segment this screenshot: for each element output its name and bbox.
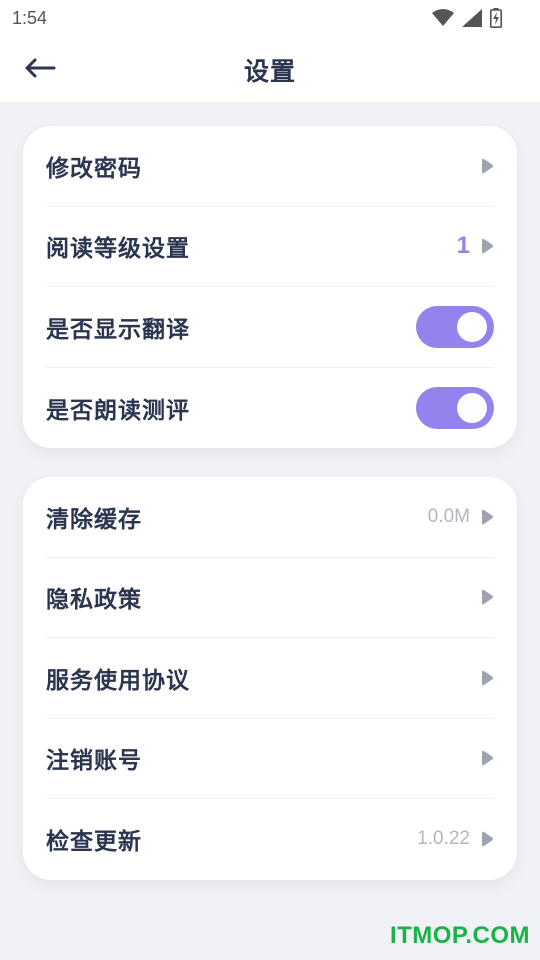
chevron-right-icon xyxy=(482,750,493,766)
cellular-signal-icon xyxy=(462,9,482,27)
privacy-policy-row[interactable]: 隐私政策 xyxy=(46,558,494,638)
status-icons xyxy=(432,8,502,28)
row-label: 注销账号 xyxy=(46,748,142,775)
app-header: 设置 xyxy=(0,36,540,102)
settings-card-account: 修改密码 阅读等级设置 1 是否显示翻译 是否朗读测评 xyxy=(23,126,517,448)
row-label: 修改密码 xyxy=(46,155,142,182)
check-update-row[interactable]: 检查更新 1.0.22 xyxy=(46,799,494,880)
chevron-right-icon xyxy=(482,158,493,174)
chevron-right-icon xyxy=(482,831,493,847)
row-label: 检查更新 xyxy=(46,829,142,856)
settings-card-general: 清除缓存 0.0M 隐私政策 服务使用协议 注销账号 检查更新 1.0.22 xyxy=(23,477,517,880)
show-translation-toggle[interactable] xyxy=(416,305,494,348)
page-title: 设置 xyxy=(243,57,296,86)
reading-level-row[interactable]: 阅读等级设置 1 xyxy=(46,207,494,287)
row-label: 是否显示翻译 xyxy=(46,316,190,343)
watermark: ITMOP.COM xyxy=(389,922,530,949)
app-version-value: 1.0.22 xyxy=(417,828,470,850)
show-translation-row: 是否显示翻译 xyxy=(46,287,494,368)
cache-size-value: 0.0M xyxy=(427,505,470,527)
row-label: 阅读等级设置 xyxy=(46,236,190,263)
chevron-right-icon xyxy=(482,238,493,254)
read-aloud-evaluation-row: 是否朗读测评 xyxy=(46,368,494,449)
clear-cache-row[interactable]: 清除缓存 0.0M xyxy=(46,477,494,558)
chevron-right-icon xyxy=(482,509,493,525)
toggle-knob xyxy=(457,311,487,342)
toggle-knob xyxy=(457,392,487,423)
row-label: 是否朗读测评 xyxy=(46,397,190,424)
chevron-right-icon xyxy=(482,589,493,605)
row-label: 清除缓存 xyxy=(46,506,142,533)
service-agreement-row[interactable]: 服务使用协议 xyxy=(46,638,494,719)
delete-account-row[interactable]: 注销账号 xyxy=(46,719,494,799)
status-bar: 1:54 xyxy=(0,0,540,36)
status-time: 1:54 xyxy=(12,7,48,28)
wifi-icon xyxy=(432,9,454,26)
reading-level-value: 1 xyxy=(456,232,470,260)
change-password-row[interactable]: 修改密码 xyxy=(46,126,494,207)
read-aloud-evaluation-toggle[interactable] xyxy=(416,386,494,429)
battery-charging-icon xyxy=(490,8,502,28)
chevron-right-icon xyxy=(482,670,493,686)
row-label: 服务使用协议 xyxy=(46,667,190,694)
row-label: 隐私政策 xyxy=(46,587,142,614)
